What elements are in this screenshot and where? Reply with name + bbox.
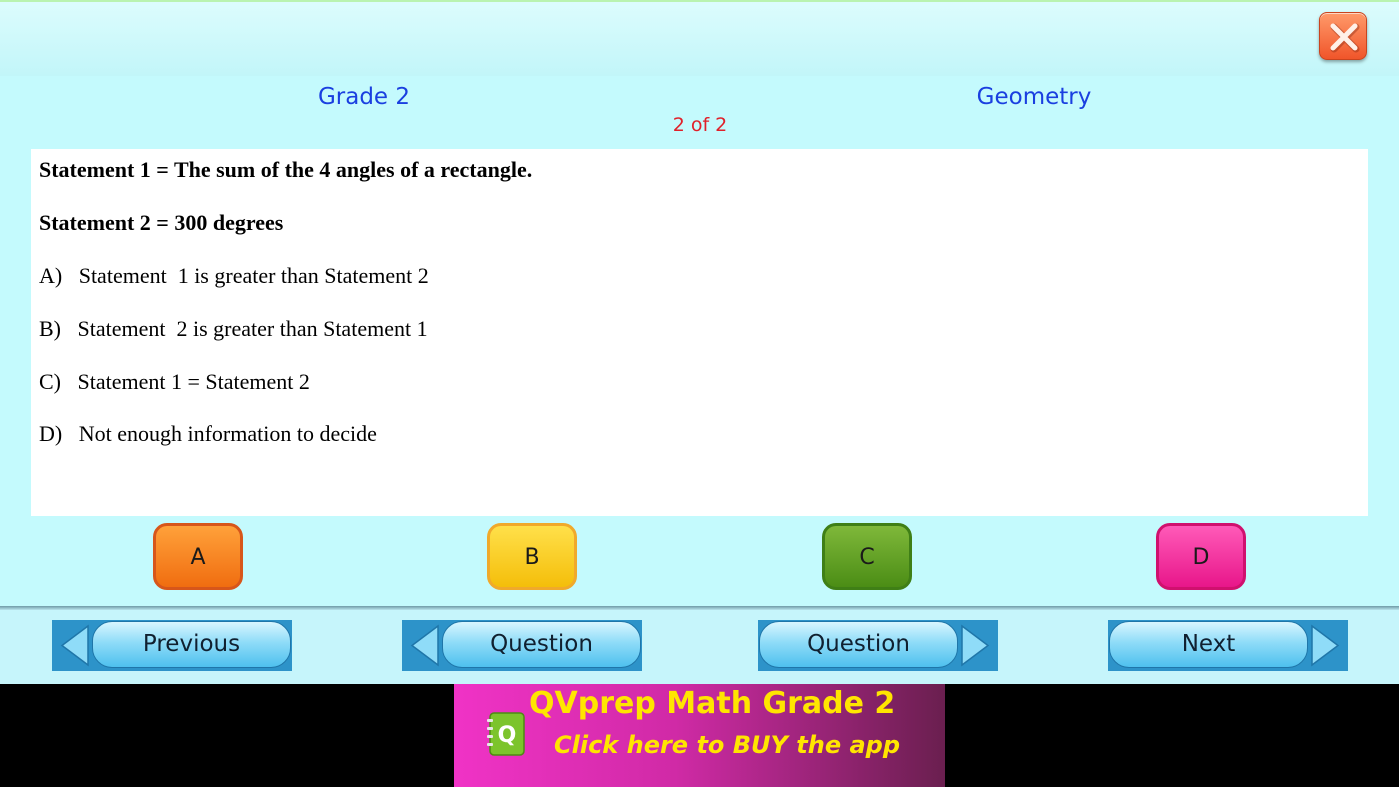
- previous-label: Previous: [92, 621, 291, 668]
- answer-b-button[interactable]: B: [487, 523, 577, 590]
- arrow-left-icon: [60, 624, 89, 667]
- buy-app-banner[interactable]: Q QVprep Math Grade 2 Click here to BUY …: [454, 684, 945, 787]
- quiz-app: Grade 2 Geometry 2 of 2 Statement 1 = Th…: [0, 0, 1399, 684]
- answer-d-button[interactable]: D: [1156, 523, 1246, 590]
- notebook-logo-icon: Q: [487, 712, 525, 756]
- close-button[interactable]: [1319, 12, 1367, 60]
- question-forward-button[interactable]: Question: [758, 620, 998, 671]
- arrow-right-icon: [1311, 624, 1340, 667]
- option-d-text: D) Not enough information to decide: [39, 421, 377, 446]
- statement-2: Statement 2 = 300 degrees: [39, 210, 284, 235]
- question-back-label: Question: [442, 621, 641, 668]
- answer-a-button[interactable]: A: [153, 523, 243, 590]
- previous-button[interactable]: Previous: [52, 620, 292, 671]
- top-bar: [0, 0, 1399, 76]
- question-back-button[interactable]: Question: [402, 620, 642, 671]
- option-a-text: A) Statement 1 is greater than Statement…: [39, 263, 429, 288]
- statement-1: Statement 1 = The sum of the 4 angles of…: [39, 157, 533, 182]
- close-icon: [1330, 23, 1360, 53]
- next-label: Next: [1109, 621, 1308, 668]
- question-panel: Statement 1 = The sum of the 4 angles of…: [31, 149, 1368, 516]
- logo-letter: Q: [498, 723, 517, 748]
- grade-label: Grade 2: [317, 84, 411, 110]
- arrow-left-icon: [410, 624, 439, 667]
- option-b-text: B) Statement 2 is greater than Statement…: [39, 316, 428, 341]
- ad-title: QVprep Math Grade 2: [529, 686, 896, 721]
- question-counter: 2 of 2: [672, 114, 728, 136]
- next-button[interactable]: Next: [1108, 620, 1348, 671]
- answer-c-button[interactable]: C: [822, 523, 912, 590]
- question-forward-label: Question: [759, 621, 958, 668]
- option-c-text: C) Statement 1 = Statement 2: [39, 369, 310, 394]
- ad-subtitle: Click here to BUY the app: [554, 731, 901, 759]
- arrow-right-icon: [961, 624, 990, 667]
- subject-label: Geometry: [976, 84, 1092, 110]
